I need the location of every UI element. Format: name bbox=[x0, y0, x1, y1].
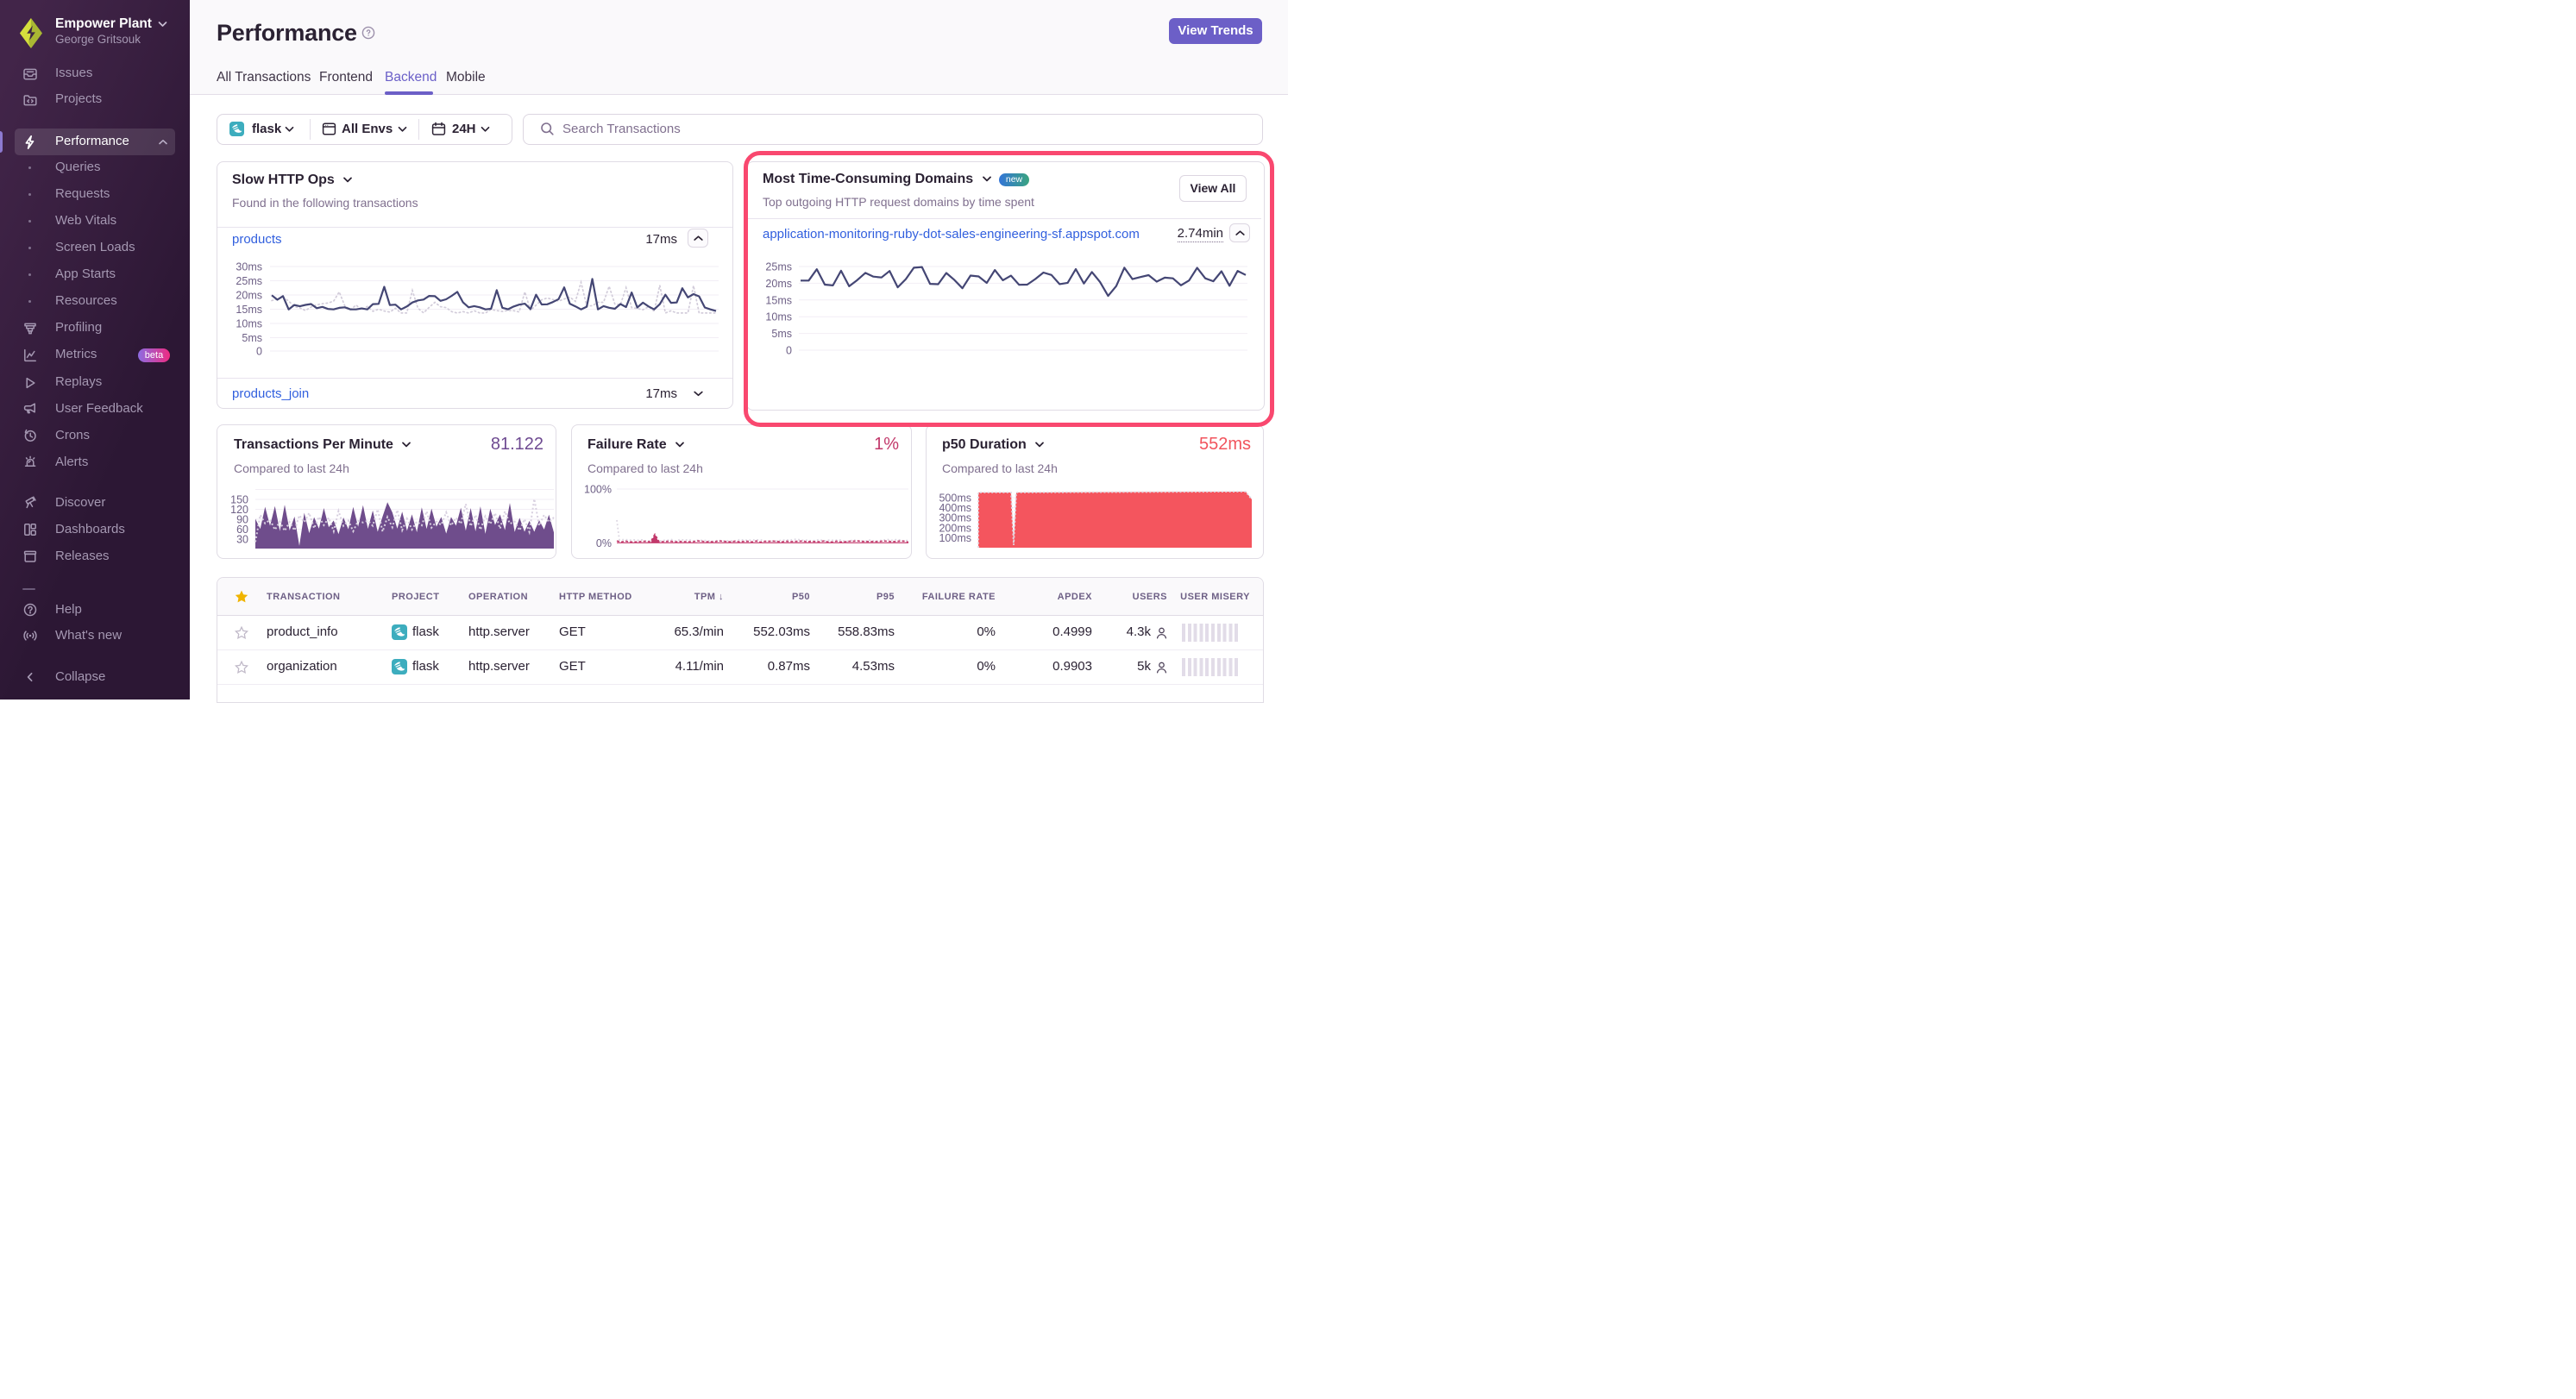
svg-text:0: 0 bbox=[256, 346, 262, 357]
svg-text:10ms: 10ms bbox=[236, 318, 262, 330]
svg-text:0%: 0% bbox=[596, 537, 612, 549]
svg-text:30ms: 30ms bbox=[236, 261, 262, 273]
svg-text:100%: 100% bbox=[584, 484, 612, 496]
svg-text:15ms: 15ms bbox=[236, 304, 262, 316]
svg-text:25ms: 25ms bbox=[236, 275, 262, 287]
svg-text:100ms: 100ms bbox=[939, 532, 971, 544]
svg-text:5ms: 5ms bbox=[242, 332, 262, 344]
svg-text:30: 30 bbox=[236, 534, 248, 546]
svg-text:20ms: 20ms bbox=[236, 290, 262, 302]
